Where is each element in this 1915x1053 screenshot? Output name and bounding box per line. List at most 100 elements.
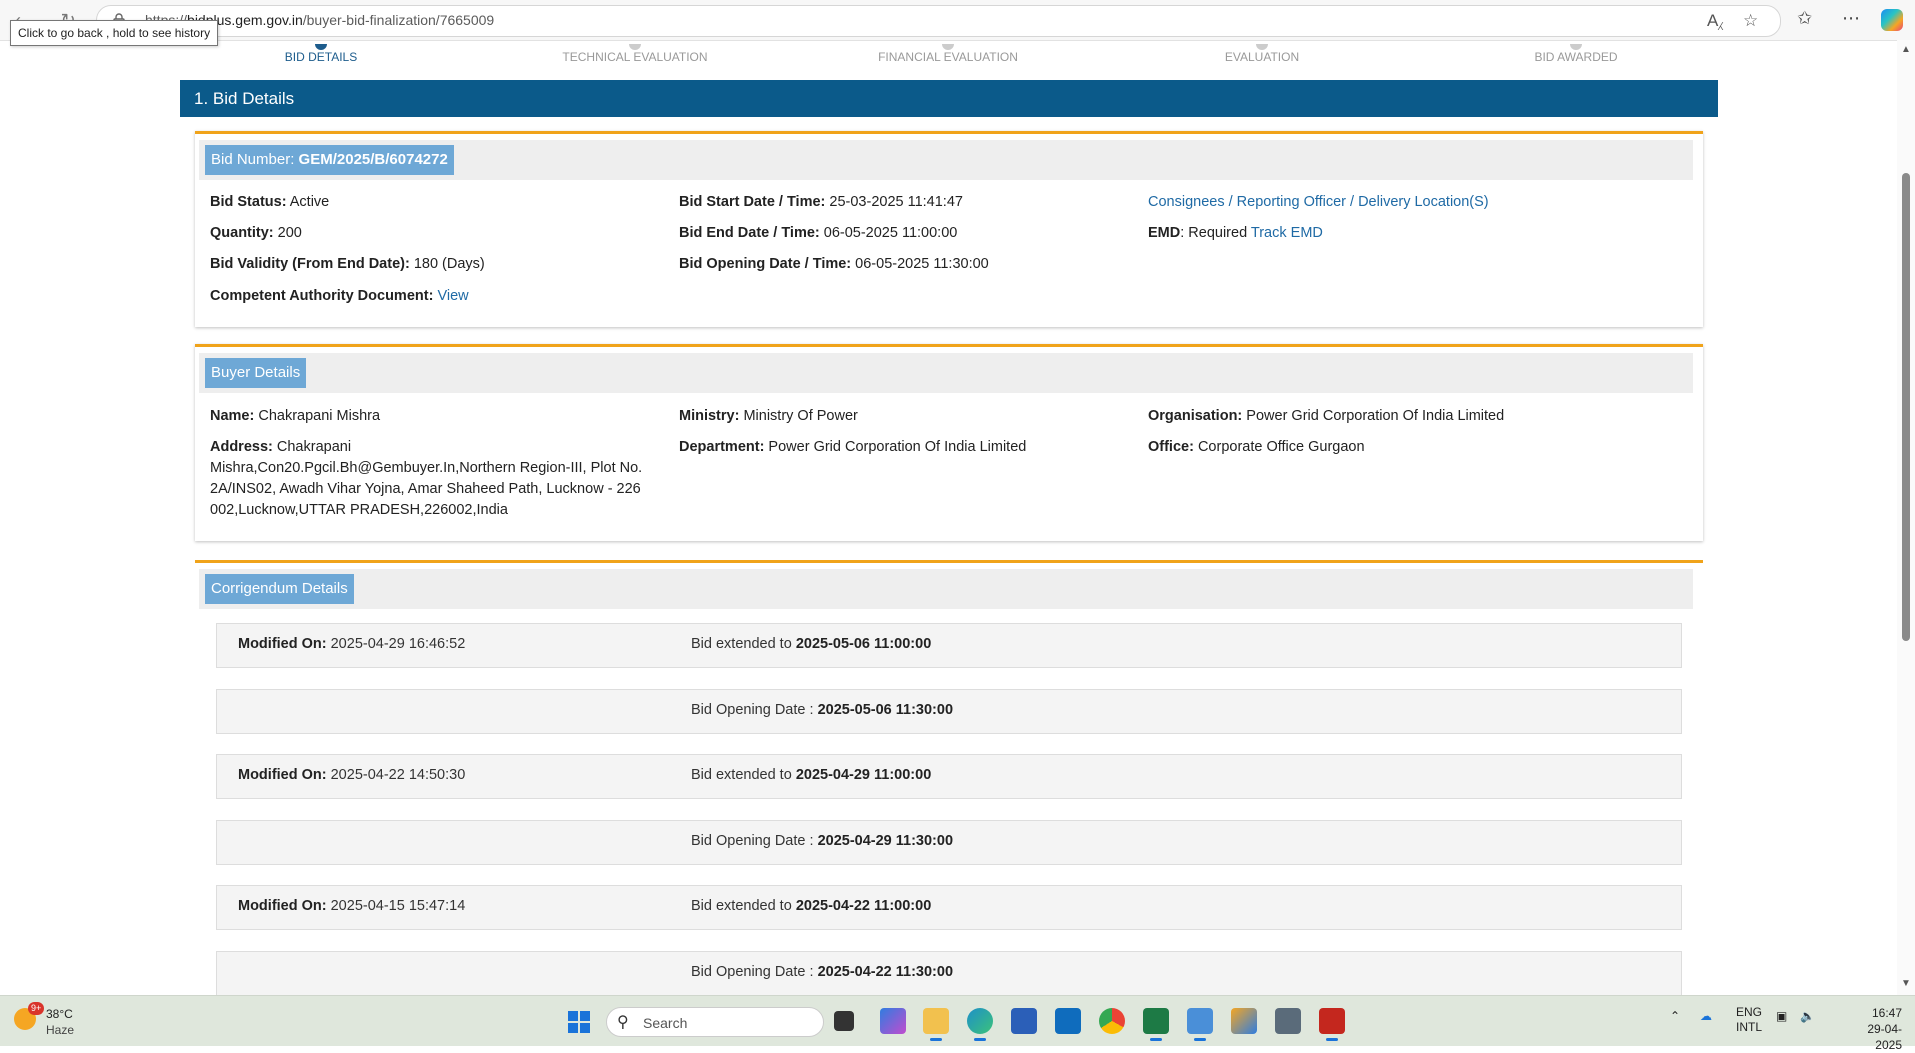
bid-extended: Bid extended to 2025-04-22 11:00:00 (691, 898, 931, 914)
corrigendum-opening-row: Bid Opening Date : 2025-04-29 11:30:00 (216, 820, 1682, 865)
step-label: TECHNICAL EVALUATION (562, 50, 708, 64)
field-label: Bid Start Date / Time: (679, 194, 826, 210)
scroll-up-icon[interactable]: ▲ (1901, 44, 1911, 55)
corrigendum-panel: Corrigendum Details Modified On: 2025-04… (195, 560, 1703, 1000)
field-label: Bid extended to (691, 767, 796, 783)
step-evaluation[interactable]: EVALUATION (1152, 44, 1372, 64)
bid-opening-date: Bid Opening Date : 2025-04-22 11:30:00 (691, 964, 953, 980)
field-value: Power Grid Corporation Of India Limited (764, 439, 1027, 455)
competent-authority-document: Competent Authority Document: View (210, 286, 469, 307)
scroll-down-icon[interactable]: ▼ (1901, 978, 1911, 989)
step-bid-details[interactable]: BID DETAILS (211, 44, 431, 64)
bid-details-panel: Bid Number: GEM/2025/B/6074272 Bid Statu… (195, 131, 1703, 327)
browser-toolbar: ‹ ↻ https://bidplus.gem.gov.in/buyer-bid… (0, 0, 1915, 41)
field-label: Organisation: (1148, 408, 1243, 424)
buyer-department: Department: Power Grid Corporation Of In… (679, 437, 1026, 458)
field-label: Quantity: (210, 225, 274, 241)
field-label: Bid extended to (691, 636, 796, 652)
bid-number-title: Bid Number: GEM/2025/B/6074272 (205, 145, 454, 175)
field-label: Competent Authority Document: (210, 288, 434, 304)
favorite-star-icon[interactable]: ☆ (1743, 11, 1758, 31)
temperature: 38°C (46, 1007, 73, 1021)
volume-muted-icon[interactable]: 🔈 (1800, 1009, 1815, 1023)
bid-opening-date: Bid Opening Date : 2025-04-29 11:30:00 (691, 833, 953, 849)
step-label: BID AWARDED (1534, 50, 1618, 64)
field-label: Bid Opening Date : (691, 702, 818, 718)
view-document-link[interactable]: View (437, 288, 468, 304)
field-value: Chakrapani Mishra,Con20.Pgcil.Bh@Gembuye… (210, 439, 643, 518)
notepad-icon[interactable] (1187, 1008, 1213, 1041)
field-value: 06-05-2025 11:30:00 (851, 256, 989, 272)
field-value: Corporate Office Gurgaon (1193, 439, 1365, 455)
outlook-icon[interactable] (1055, 1008, 1081, 1034)
panel-header: Buyer Details (199, 353, 1693, 393)
step-financial-evaluation[interactable]: FINANCIAL EVALUATION (838, 44, 1058, 64)
onedrive-icon[interactable]: ☁ (1700, 1009, 1712, 1023)
panel-header: Corrigendum Details (199, 569, 1693, 609)
field-value: 2025-05-06 11:00:00 (795, 636, 932, 652)
field-value: Chakrapani Mishra (254, 408, 381, 424)
buyer-details-title: Buyer Details (205, 358, 307, 388)
pencil-app-icon[interactable] (1231, 1008, 1257, 1034)
excel-icon[interactable] (1143, 1008, 1169, 1041)
field-value: 2025-04-22 11:30:00 (817, 964, 954, 980)
panel-header: Bid Number: GEM/2025/B/6074272 (199, 140, 1693, 180)
clock-time: 16:47 (1871, 1006, 1902, 1020)
back-tooltip: Click to go back , hold to see history (10, 20, 219, 46)
bid-extended: Bid extended to 2025-05-06 11:00:00 (691, 636, 931, 652)
notification-badge: 9+ (28, 1002, 45, 1015)
store-icon[interactable] (1011, 1008, 1037, 1034)
network-icon[interactable]: ▣ (1776, 1009, 1787, 1023)
read-aloud-icon[interactable]: A⁁ (1707, 11, 1723, 31)
windows-start-icon[interactable] (568, 1011, 590, 1033)
buyer-name: Name: Chakrapani Mishra (210, 406, 380, 427)
edge-browser-icon[interactable] (967, 1008, 993, 1041)
bid-extended: Bid extended to 2025-04-29 11:00:00 (691, 767, 931, 783)
field-value: 2025-04-29 16:46:52 (326, 636, 466, 652)
bid-start-date: Bid Start Date / Time: 25-03-2025 11:41:… (679, 192, 963, 213)
corrigendum-modified-row: Modified On: 2025-04-29 16:46:52 Bid ext… (216, 623, 1682, 668)
field-label: EMD (1148, 225, 1181, 241)
scroll-thumb[interactable] (1902, 173, 1910, 641)
copilot-icon[interactable] (1881, 9, 1903, 31)
page-scrollbar[interactable]: ▲ ▼ (1897, 40, 1915, 995)
corrigendum-title: Corrigendum Details (205, 574, 354, 604)
bid-number-label: Bid Number: (211, 151, 299, 168)
acrobat-icon[interactable] (1319, 1008, 1345, 1041)
field-value: 06-05-2025 11:00:00 (819, 225, 958, 241)
bid-opening-date: Bid Opening Date : 2025-05-06 11:30:00 (691, 702, 953, 718)
field-value: 25-03-2025 11:41:47 (825, 194, 963, 210)
keyboard-layout: INTL (1736, 1020, 1763, 1034)
show-hidden-icons-icon[interactable]: ⌃ (1670, 1009, 1680, 1023)
file-explorer-icon[interactable] (923, 1008, 949, 1041)
field-label: Bid Opening Date : (691, 964, 818, 980)
task-view-icon[interactable] (834, 1011, 854, 1031)
modified-on: Modified On: 2025-04-29 16:46:52 (238, 636, 465, 652)
field-label: Bid extended to (691, 898, 796, 914)
step-technical-evaluation[interactable]: TECHNICAL EVALUATION (525, 44, 745, 64)
bid-number-value: GEM/2025/B/6074272 (298, 151, 448, 168)
taskbar-search[interactable]: ⚲ Search (606, 1007, 824, 1037)
consignees-link[interactable]: Consignees / Reporting Officer / Deliver… (1148, 192, 1489, 213)
windows-taskbar: 9+ 38°C Haze ⚲ Search ⌃ ☁ ENG INTL ▣ 🔈 16… (0, 995, 1915, 1052)
field-value: Active (286, 194, 330, 210)
calculator-icon[interactable] (1275, 1008, 1301, 1034)
buyer-office: Office: Corporate Office Gurgaon (1148, 437, 1365, 458)
clock-date: 29-04-2025 (1867, 1022, 1902, 1052)
m365-icon[interactable] (880, 1008, 906, 1034)
field-value: Ministry Of Power (739, 408, 858, 424)
system-clock[interactable]: 16:47 29-04-2025 (1852, 1005, 1902, 1053)
quantity: Quantity: 200 (210, 223, 302, 244)
step-bid-awarded[interactable]: BID AWARDED (1466, 44, 1686, 64)
favorites-icon[interactable]: ✩ (1797, 8, 1812, 29)
address-bar[interactable]: https://bidplus.gem.gov.in/buyer-bid-fin… (96, 5, 1781, 37)
bid-end-date: Bid End Date / Time: 06-05-2025 11:00:00 (679, 223, 957, 244)
field-value: 2025-04-22 14:50:30 (326, 767, 466, 783)
field-label: Department: (679, 439, 765, 455)
bid-progress-stepper: BID DETAILS TECHNICAL EVALUATION FINANCI… (0, 40, 1895, 80)
track-emd-link[interactable]: Track EMD (1251, 225, 1323, 241)
field-label: Bid Opening Date / Time: (679, 256, 852, 272)
language-indicator[interactable]: ENG INTL (1736, 1005, 1762, 1035)
chrome-icon[interactable] (1099, 1008, 1125, 1034)
more-options-icon[interactable]: ⋯ (1842, 8, 1860, 29)
